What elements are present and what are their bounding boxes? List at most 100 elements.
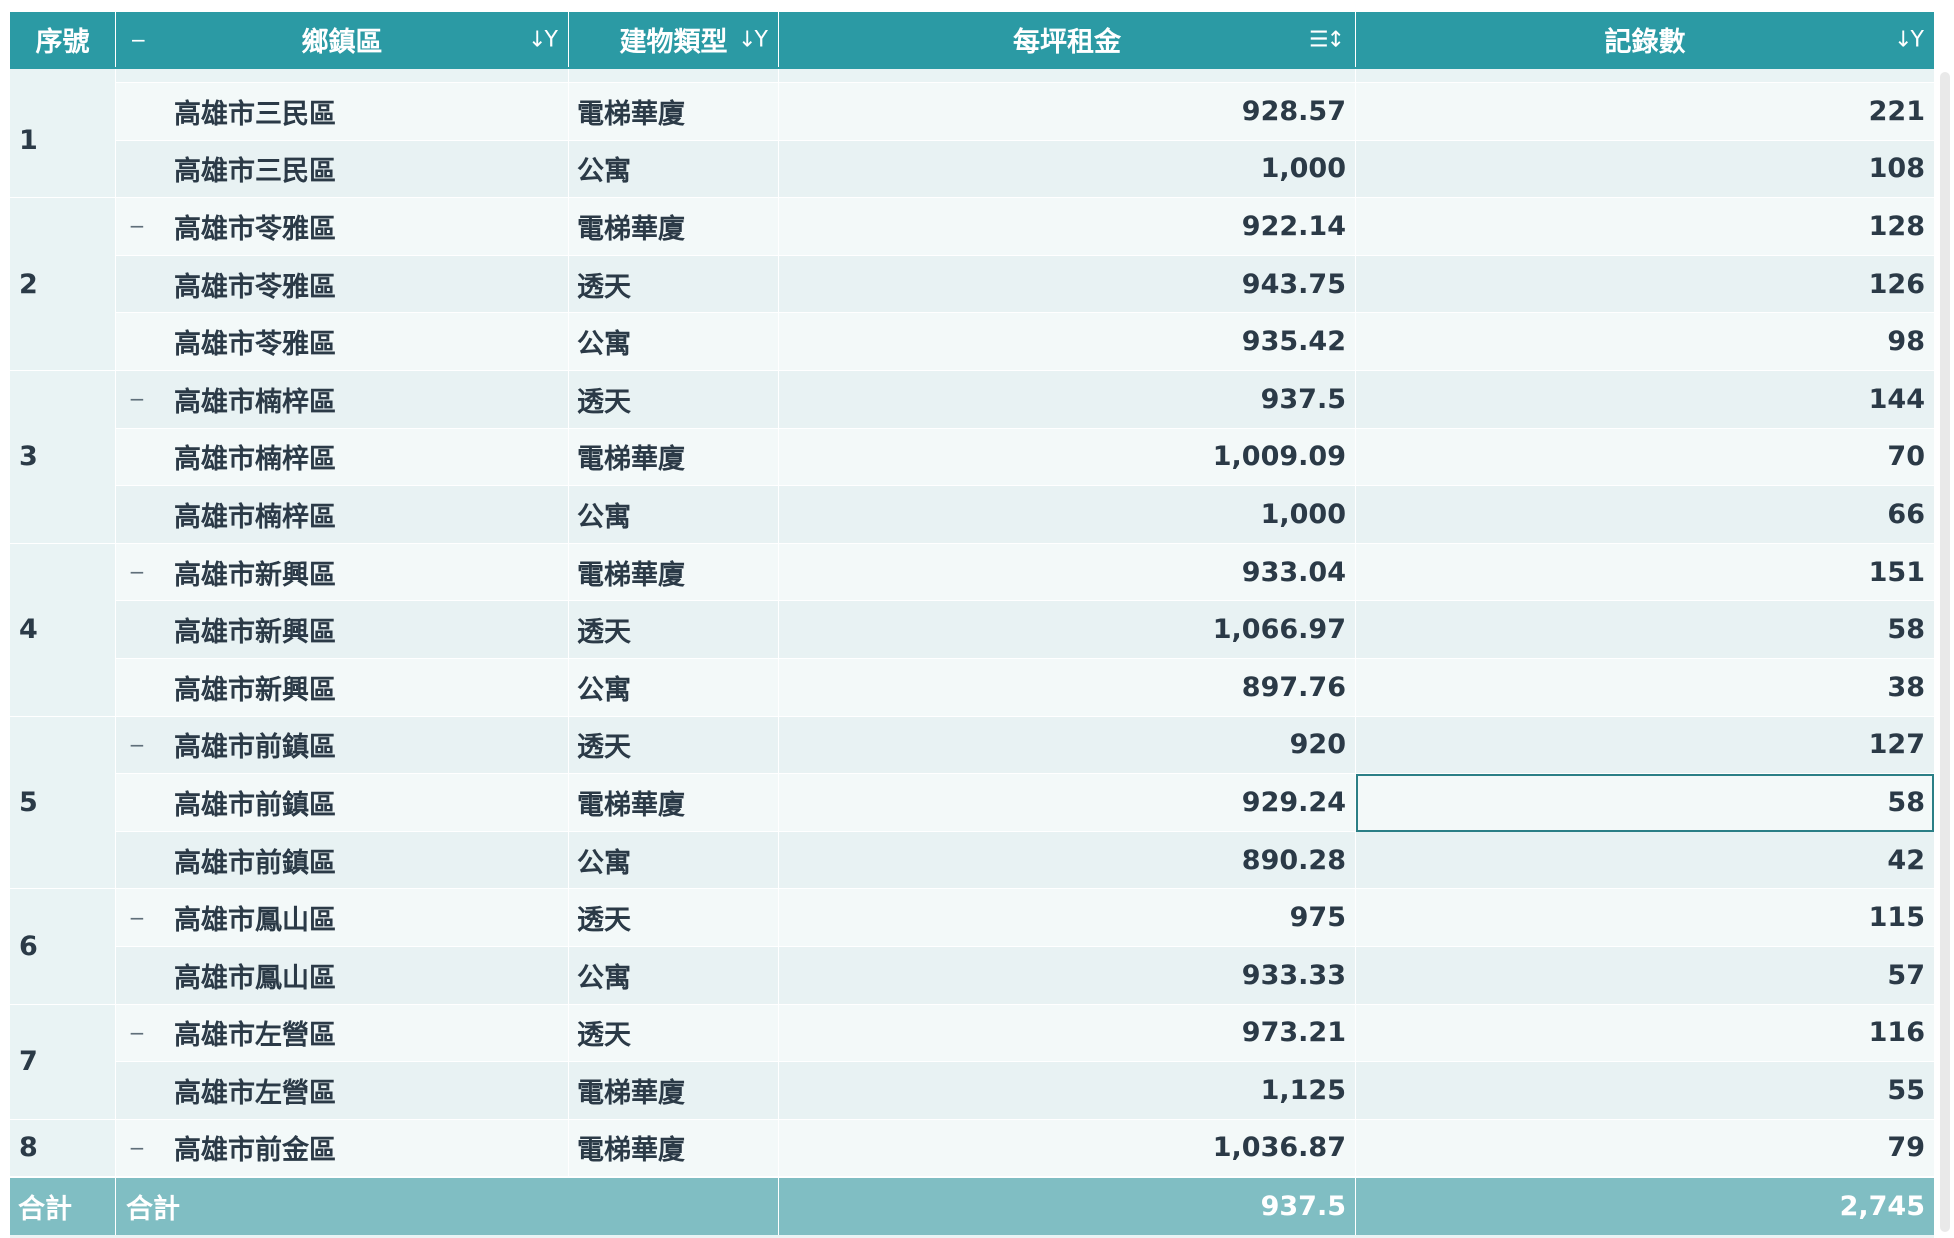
total-count[interactable]: 2,745 xyxy=(1356,1178,1934,1235)
count-cell[interactable]: 42 xyxy=(1356,831,1934,890)
type-cell[interactable]: 透天 xyxy=(569,1004,779,1063)
district-cell[interactable]: 高雄市楠梓區 xyxy=(116,428,569,487)
collapse-icon[interactable]: − xyxy=(126,560,148,584)
header-rent[interactable]: 每坪租金 ☰↕ xyxy=(779,12,1356,67)
rent-cell[interactable]: 933.33 xyxy=(779,946,1356,1005)
district-cell[interactable]: 高雄市鳳山區 xyxy=(116,946,569,1005)
rent-cell[interactable]: 928.57 xyxy=(779,83,1356,141)
district-cell[interactable]: 高雄市左營區 xyxy=(116,1062,569,1120)
seq-cell[interactable]: 8 xyxy=(10,1119,116,1178)
type-cell[interactable]: 透天 xyxy=(569,601,779,659)
type-cell[interactable]: 電梯華廈 xyxy=(569,198,779,256)
rent-cell[interactable]: 890.28 xyxy=(779,831,1356,890)
sort-icon[interactable]: ☰↕ xyxy=(1309,27,1345,52)
rent-cell[interactable]: 1,125 xyxy=(779,1062,1356,1120)
collapse-all-icon[interactable]: − xyxy=(130,28,147,52)
type-cell[interactable]: 透天 xyxy=(569,716,779,775)
count-cell-selected[interactable]: 58 xyxy=(1356,774,1934,832)
district-cell[interactable]: − 高雄市苓雅區 xyxy=(116,198,569,256)
district-cell[interactable]: 高雄市楠梓區 xyxy=(116,486,569,544)
count-cell[interactable]: 57 xyxy=(1356,946,1934,1005)
type-cell[interactable]: 公寓 xyxy=(569,831,779,890)
rent-cell[interactable]: 929.24 xyxy=(779,774,1356,832)
count-cell[interactable]: 127 xyxy=(1356,716,1934,775)
count-cell[interactable]: 38 xyxy=(1356,658,1934,717)
collapse-icon[interactable]: − xyxy=(126,1136,148,1160)
count-cell[interactable]: 221 xyxy=(1356,83,1934,141)
rent-cell[interactable]: 1,000 xyxy=(779,486,1356,544)
type-cell[interactable]: 公寓 xyxy=(569,946,779,1005)
rent-cell[interactable]: 943.75 xyxy=(779,255,1356,314)
rent-cell[interactable]: 937.5 xyxy=(779,370,1356,429)
type-cell[interactable]: 電梯華廈 xyxy=(569,1062,779,1120)
header-type[interactable]: 建物類型 ↓Y xyxy=(569,12,779,67)
header-district[interactable]: − 鄉鎮區 ↓Y xyxy=(116,12,569,67)
type-cell[interactable]: 公寓 xyxy=(569,658,779,717)
rent-cell[interactable]: 1,009.09 xyxy=(779,428,1356,487)
total-rent[interactable]: 937.5 xyxy=(779,1178,1356,1236)
type-cell[interactable]: 公寓 xyxy=(569,140,779,199)
district-cell[interactable]: 高雄市苓雅區 xyxy=(116,313,569,371)
vertical-scrollbar[interactable] xyxy=(1940,72,1950,1232)
rent-cell[interactable]: 1,036.87 xyxy=(779,1119,1356,1178)
district-cell[interactable]: − 高雄市前鎮區 xyxy=(116,716,569,775)
header-seq[interactable]: 序號 xyxy=(10,12,116,67)
type-cell[interactable]: 電梯華廈 xyxy=(569,428,779,487)
count-cell[interactable]: 128 xyxy=(1356,198,1934,256)
type-cell[interactable]: 電梯華廈 xyxy=(569,774,779,832)
collapse-icon[interactable]: − xyxy=(126,906,148,930)
rent-cell[interactable]: 922.14 xyxy=(779,198,1356,256)
district-cell[interactable]: − 高雄市楠梓區 xyxy=(116,370,569,429)
seq-cell[interactable]: 4 xyxy=(10,543,116,717)
district-cell[interactable]: 高雄市新興區 xyxy=(116,601,569,659)
seq-cell[interactable]: 2 xyxy=(10,198,116,371)
type-cell[interactable]: 透天 xyxy=(569,889,779,947)
rent-cell[interactable]: 1,000 xyxy=(779,140,1356,199)
seq-cell[interactable]: 3 xyxy=(10,370,116,544)
district-cell[interactable]: 高雄市前鎮區 xyxy=(116,774,569,832)
sort-filter-icon[interactable]: ↓Y xyxy=(1894,27,1924,52)
district-cell[interactable]: 高雄市三民區 xyxy=(116,140,569,199)
count-cell[interactable]: 108 xyxy=(1356,140,1934,199)
district-cell[interactable]: 高雄市苓雅區 xyxy=(116,255,569,314)
rent-cell[interactable]: 935.42 xyxy=(779,313,1356,371)
rent-cell[interactable]: 933.04 xyxy=(779,543,1356,602)
district-cell[interactable]: 高雄市新興區 xyxy=(116,658,569,717)
rent-cell[interactable]: 1,066.97 xyxy=(779,601,1356,659)
type-cell[interactable]: 電梯華廈 xyxy=(569,1119,779,1178)
seq-cell[interactable]: 6 xyxy=(10,889,116,1005)
type-cell[interactable]: 公寓 xyxy=(569,313,779,371)
collapse-icon[interactable]: − xyxy=(126,387,148,411)
rent-cell[interactable]: 975 xyxy=(779,889,1356,947)
count-cell[interactable]: 79 xyxy=(1356,1119,1934,1178)
type-cell[interactable]: 電梯華廈 xyxy=(569,83,779,141)
count-cell[interactable]: 58 xyxy=(1356,601,1934,659)
district-cell[interactable]: − 高雄市前金區 xyxy=(116,1119,569,1178)
rent-cell[interactable]: 920 xyxy=(779,716,1356,775)
sort-filter-icon[interactable]: ↓Y xyxy=(738,27,768,52)
seq-cell[interactable]: 1 xyxy=(10,83,116,199)
district-cell[interactable]: 高雄市三民區 xyxy=(116,83,569,141)
header-count[interactable]: 記錄數 ↓Y xyxy=(1356,12,1934,67)
count-cell[interactable]: 70 xyxy=(1356,428,1934,487)
count-cell[interactable]: 116 xyxy=(1356,1004,1934,1063)
district-cell[interactable]: − 高雄市左營區 xyxy=(116,1004,569,1063)
collapse-icon[interactable]: − xyxy=(126,1021,148,1045)
seq-cell[interactable]: 5 xyxy=(10,716,116,890)
rent-cell[interactable]: 973.21 xyxy=(779,1004,1356,1063)
count-cell[interactable]: 144 xyxy=(1356,370,1934,429)
sort-filter-icon[interactable]: ↓Y xyxy=(528,27,558,52)
district-cell[interactable]: 高雄市前鎮區 xyxy=(116,831,569,890)
collapse-icon[interactable]: − xyxy=(126,733,148,757)
district-cell[interactable]: − 高雄市鳳山區 xyxy=(116,889,569,947)
count-cell[interactable]: 98 xyxy=(1356,313,1934,371)
count-cell[interactable]: 66 xyxy=(1356,486,1934,544)
district-cell[interactable]: − 高雄市新興區 xyxy=(116,543,569,602)
count-cell[interactable]: 55 xyxy=(1356,1062,1934,1120)
seq-cell[interactable]: 7 xyxy=(10,1004,116,1120)
collapse-icon[interactable]: − xyxy=(126,214,148,238)
type-cell[interactable]: 公寓 xyxy=(569,486,779,544)
count-cell[interactable]: 151 xyxy=(1356,543,1934,602)
type-cell[interactable]: 電梯華廈 xyxy=(569,543,779,602)
type-cell[interactable]: 透天 xyxy=(569,255,779,314)
